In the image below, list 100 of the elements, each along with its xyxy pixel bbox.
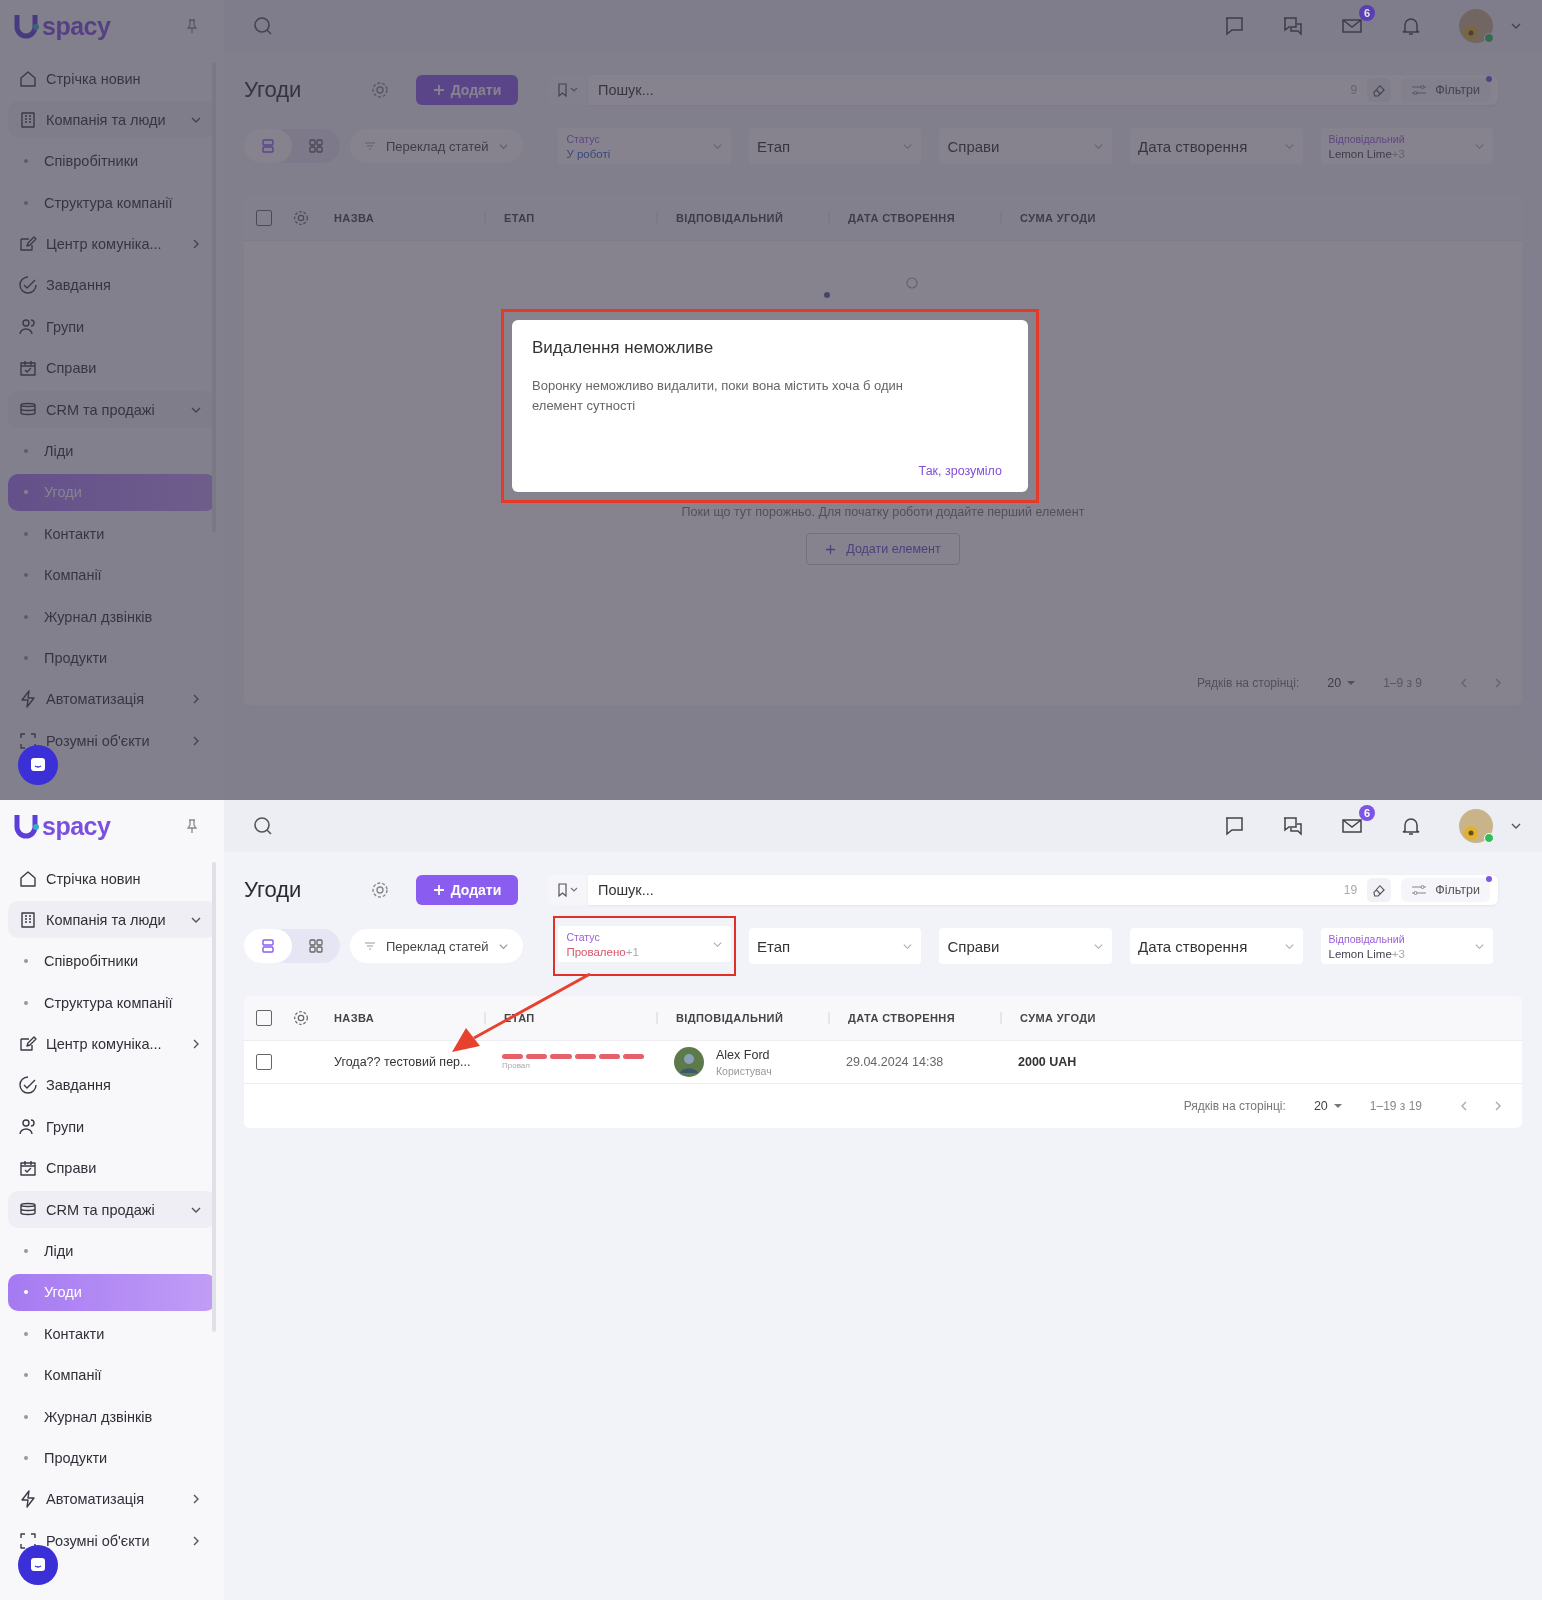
result-count: 19 <box>1343 883 1358 897</box>
menu-item-icon <box>18 1116 38 1137</box>
sidebar-item[interactable]: Продукти <box>8 1439 216 1477</box>
page-title: Угоди <box>244 77 303 103</box>
sidebar-item[interactable]: Структура компанії <box>8 984 216 1022</box>
stage-label: Провал <box>502 1061 531 1070</box>
filter-dropdown[interactable]: Етап <box>748 128 922 164</box>
logo[interactable]: spacy <box>14 811 111 841</box>
settings-icon[interactable] <box>370 880 390 900</box>
select-all-checkbox[interactable] <box>256 1010 272 1026</box>
sidebar-item[interactable]: Центр комуніка... <box>8 1025 216 1063</box>
column-header[interactable]: СУМА УГОДИ <box>1000 212 1522 224</box>
sidebar-item[interactable]: Співробітники <box>8 942 216 980</box>
plus-icon <box>432 884 445 896</box>
filter-dropdown[interactable]: Відповідальний Lemon Lime+3 <box>1320 928 1493 964</box>
eraser-icon[interactable] <box>1367 878 1392 902</box>
add-button[interactable]: Додати <box>416 875 518 905</box>
menu-item-icon <box>18 316 38 337</box>
filter-dropdown[interactable]: Справи <box>939 928 1112 964</box>
sliders-icon <box>1411 884 1428 896</box>
message-icon[interactable] <box>1223 15 1245 37</box>
filter-dropdown[interactable]: Справи <box>939 128 1112 164</box>
rows-per-page-dropdown[interactable]: 20 <box>1321 675 1362 691</box>
sidebar-item[interactable]: Завдання <box>8 266 216 304</box>
sidebar-item[interactable]: Продукти <box>8 639 216 677</box>
sidebar-item[interactable]: Стрічка новин <box>8 860 216 897</box>
sidebar-item[interactable]: Групи <box>8 308 216 346</box>
filter-dropdown[interactable]: Статус Провалено+1 <box>558 926 731 962</box>
menu-item-icon <box>18 909 38 930</box>
pipeline-dropdown[interactable]: Переклад статей <box>350 929 524 963</box>
table-cell[interactable]: Угода?? тестовий пер... <box>334 1055 484 1069</box>
table-cell-text: 29.04.2024 14:38 <box>845 1055 945 1069</box>
column-header[interactable]: НАЗВА <box>334 212 484 224</box>
column-header[interactable]: ЕТАП <box>484 212 656 224</box>
user-role: Користувач <box>716 1064 772 1077</box>
list-view-button[interactable] <box>244 929 292 963</box>
pin-icon[interactable] <box>184 18 200 34</box>
page-range: 1–19 з 19 <box>1369 1099 1422 1113</box>
sidebar-item[interactable]: Завдання <box>8 1066 216 1104</box>
avatar[interactable] <box>1459 9 1493 43</box>
sidebar-item[interactable]: Автоматизація <box>8 1480 216 1518</box>
sidebar-item[interactable]: Центр комуніка... <box>8 225 216 263</box>
menu-item-icon <box>18 1075 38 1096</box>
sidebar-item[interactable]: Групи <box>8 1108 216 1146</box>
settings-icon[interactable] <box>292 1009 310 1027</box>
row-checkbox[interactable] <box>256 1054 272 1070</box>
pipeline-dropdown[interactable]: Переклад статей <box>350 129 524 163</box>
filter-icon <box>364 941 376 951</box>
sidebar-item[interactable]: Контакти <box>8 515 216 553</box>
grid-icon <box>308 938 324 954</box>
sidebar-item[interactable]: Компанії <box>8 1356 216 1394</box>
notification-badge: 6 <box>1359 805 1375 821</box>
search-icon[interactable] <box>252 815 274 837</box>
column-header[interactable]: СУМА УГОДИ <box>1000 1012 1522 1024</box>
sidebar-item[interactable]: Справи <box>8 1149 216 1187</box>
settings-icon[interactable] <box>292 209 310 227</box>
sidebar-item[interactable]: Ліди <box>8 432 216 470</box>
sidebar-item[interactable]: Контакти <box>8 1315 216 1353</box>
dialog-title: Видалення неможливе <box>532 338 715 358</box>
chats-icon[interactable] <box>1282 815 1304 837</box>
table-cell-text: 2000 UAH <box>1017 1055 1078 1069</box>
sidebar-item[interactable]: Автоматизація <box>8 680 216 718</box>
menu-item-icon <box>18 1158 38 1179</box>
sidebar-item[interactable]: Журнал дзвінків <box>8 598 216 636</box>
filters-button[interactable]: Фільтри <box>1401 878 1490 902</box>
column-header[interactable]: ДАТА СТВОРЕННЯ <box>828 212 1000 224</box>
plus-icon <box>432 84 445 96</box>
filter-dropdown[interactable]: Дата створення <box>1130 128 1303 164</box>
user-name[interactable]: Alex Ford <box>716 1047 772 1062</box>
sidebar-item[interactable]: Співробітники <box>8 142 216 180</box>
column-header[interactable]: НАЗВА <box>334 1012 484 1024</box>
list-icon <box>260 138 276 154</box>
logo[interactable]: spacy <box>14 11 111 41</box>
bookmark-dropdown[interactable] <box>548 875 588 905</box>
sidebar-item[interactable]: Стрічка новин <box>8 60 216 97</box>
sidebar-item[interactable]: Журнал дзвінків <box>8 1398 216 1436</box>
sidebar-item[interactable]: Структура компанії <box>8 184 216 222</box>
list-view-button[interactable] <box>244 129 292 163</box>
add-element-button[interactable]: Додати елемент <box>806 533 960 565</box>
bookmark-icon <box>556 83 580 97</box>
confirm-button[interactable]: Так, зрозуміло <box>912 464 1008 478</box>
pin-icon[interactable] <box>184 818 200 834</box>
filter-dropdown[interactable]: Дата створення <box>1130 928 1303 964</box>
search-field[interactable]: Пошук... 19 Фільтри <box>588 875 1498 905</box>
column-header[interactable]: ВІДПОВІДАЛЬНИЙ <box>656 1012 828 1024</box>
filter-dropdown[interactable]: Статус У роботі <box>558 128 731 164</box>
avatar[interactable] <box>1459 809 1493 843</box>
column-header[interactable]: ДАТА СТВОРЕННЯ <box>828 1012 1000 1024</box>
list-icon <box>260 938 276 954</box>
bell-icon[interactable] <box>1400 815 1422 837</box>
menu-item-icon <box>18 868 38 889</box>
filter-dropdown[interactable]: Етап <box>748 928 922 964</box>
sidebar-item[interactable]: Компанії <box>8 556 216 594</box>
menu-item-icon <box>18 358 38 379</box>
rows-per-page-dropdown[interactable]: 20 <box>1307 1098 1348 1114</box>
select-all-checkbox[interactable] <box>256 210 272 226</box>
sidebar-item[interactable]: Справи <box>8 349 216 387</box>
column-header[interactable]: ВІДПОВІДАЛЬНИЙ <box>656 212 828 224</box>
message-icon[interactable] <box>1223 815 1245 837</box>
sidebar-item[interactable]: Ліди <box>8 1232 216 1270</box>
